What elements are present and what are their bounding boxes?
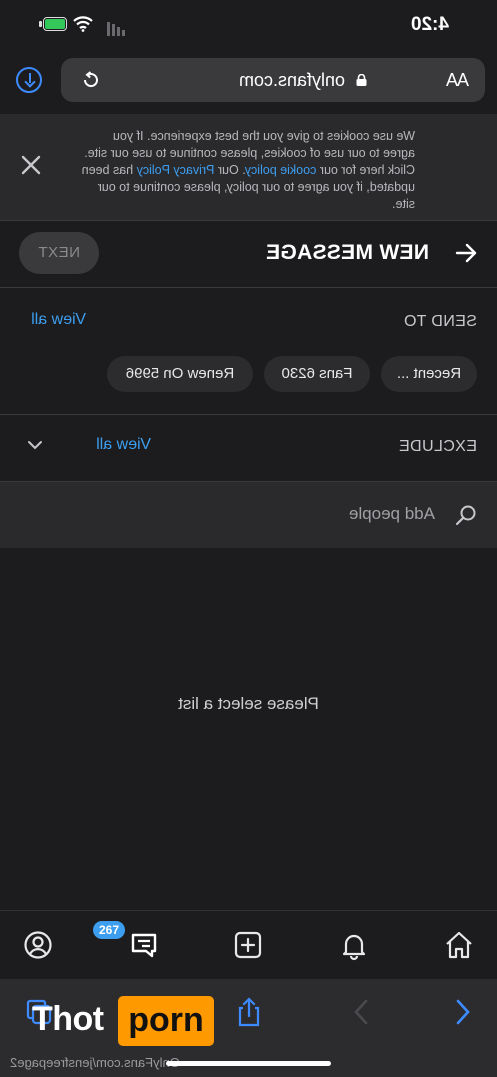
- chip-fans[interactable]: Fans 6230: [264, 356, 370, 392]
- page: 4:20 AA onlyfans.com We use cookies to g…: [0, 0, 497, 1077]
- url-domain: onlyfans.com: [238, 70, 345, 90]
- send-to-view-all-link[interactable]: View all: [31, 311, 86, 329]
- browser-address-row: AA onlyfans.com: [0, 50, 497, 112]
- exclude-label: EXCLUDE: [398, 438, 477, 455]
- watermark-text-2: porn: [118, 996, 214, 1046]
- downloads-icon[interactable]: [16, 67, 42, 93]
- next-button[interactable]: NEXT: [19, 232, 99, 274]
- status-time: 4:20: [410, 14, 449, 35]
- cookie-banner: We use cookies to give you the best expe…: [0, 114, 497, 221]
- home-icon[interactable]: [443, 929, 475, 961]
- add-people-field[interactable]: Add people: [0, 482, 497, 548]
- address-bar[interactable]: AA onlyfans.com: [61, 58, 485, 102]
- text-size-button[interactable]: AA: [447, 70, 469, 91]
- profile-icon[interactable]: [22, 929, 54, 961]
- close-icon[interactable]: [20, 154, 42, 176]
- send-to-label: SEND TO: [403, 313, 477, 330]
- messages-badge: 267: [93, 921, 125, 939]
- share-icon[interactable]: [234, 997, 264, 1027]
- home-indicator: [166, 1061, 331, 1066]
- chip-recent[interactable]: Recent ...: [381, 356, 477, 392]
- privacy-policy-link[interactable]: Privacy Policy: [137, 163, 215, 177]
- empty-state: Please select a list: [0, 549, 497, 909]
- wifi-icon: [73, 16, 93, 32]
- messages-badge-count: 267: [98, 923, 120, 937]
- add-people-placeholder: Add people: [348, 504, 435, 523]
- new-message-header: NEW MESSAGE NEXT: [0, 221, 497, 288]
- watermark-logo: Thot porn: [32, 996, 214, 1048]
- status-bar: 4:20: [0, 0, 497, 50]
- send-to-section: SEND TO View all Recent ... Fans 6230 Re…: [0, 288, 497, 415]
- bottom-navigation: 267: [0, 910, 497, 979]
- watermark-text-1: Thot: [32, 1000, 104, 1038]
- battery-charging-icon: [39, 17, 67, 31]
- forward-chevron-icon[interactable]: [347, 997, 377, 1027]
- back-chevron-icon[interactable]: [447, 997, 477, 1027]
- notifications-bell-icon[interactable]: [338, 929, 370, 961]
- back-arrow-icon[interactable]: [455, 243, 477, 263]
- chevron-down-icon[interactable]: [27, 437, 43, 453]
- messages-icon[interactable]: [128, 929, 160, 961]
- exclude-section[interactable]: EXCLUDE View all: [0, 415, 497, 482]
- empty-state-message: Please select a list: [178, 694, 319, 713]
- search-icon: [455, 505, 476, 526]
- page-title: NEW MESSAGE: [265, 241, 429, 264]
- cellular-signal-icon: [105, 18, 125, 36]
- cookie-policy-link[interactable]: cookie policy: [246, 163, 317, 177]
- lock-icon: [356, 74, 367, 86]
- cookie-banner-text: We use cookies to give you the best expe…: [80, 128, 415, 213]
- cookie-text-2: . Our: [217, 163, 246, 177]
- reload-icon[interactable]: [81, 70, 101, 90]
- chip-renew-on[interactable]: Renew On 5996: [107, 356, 253, 392]
- exclude-view-all-link[interactable]: View all: [96, 436, 151, 454]
- add-post-icon[interactable]: [232, 929, 264, 961]
